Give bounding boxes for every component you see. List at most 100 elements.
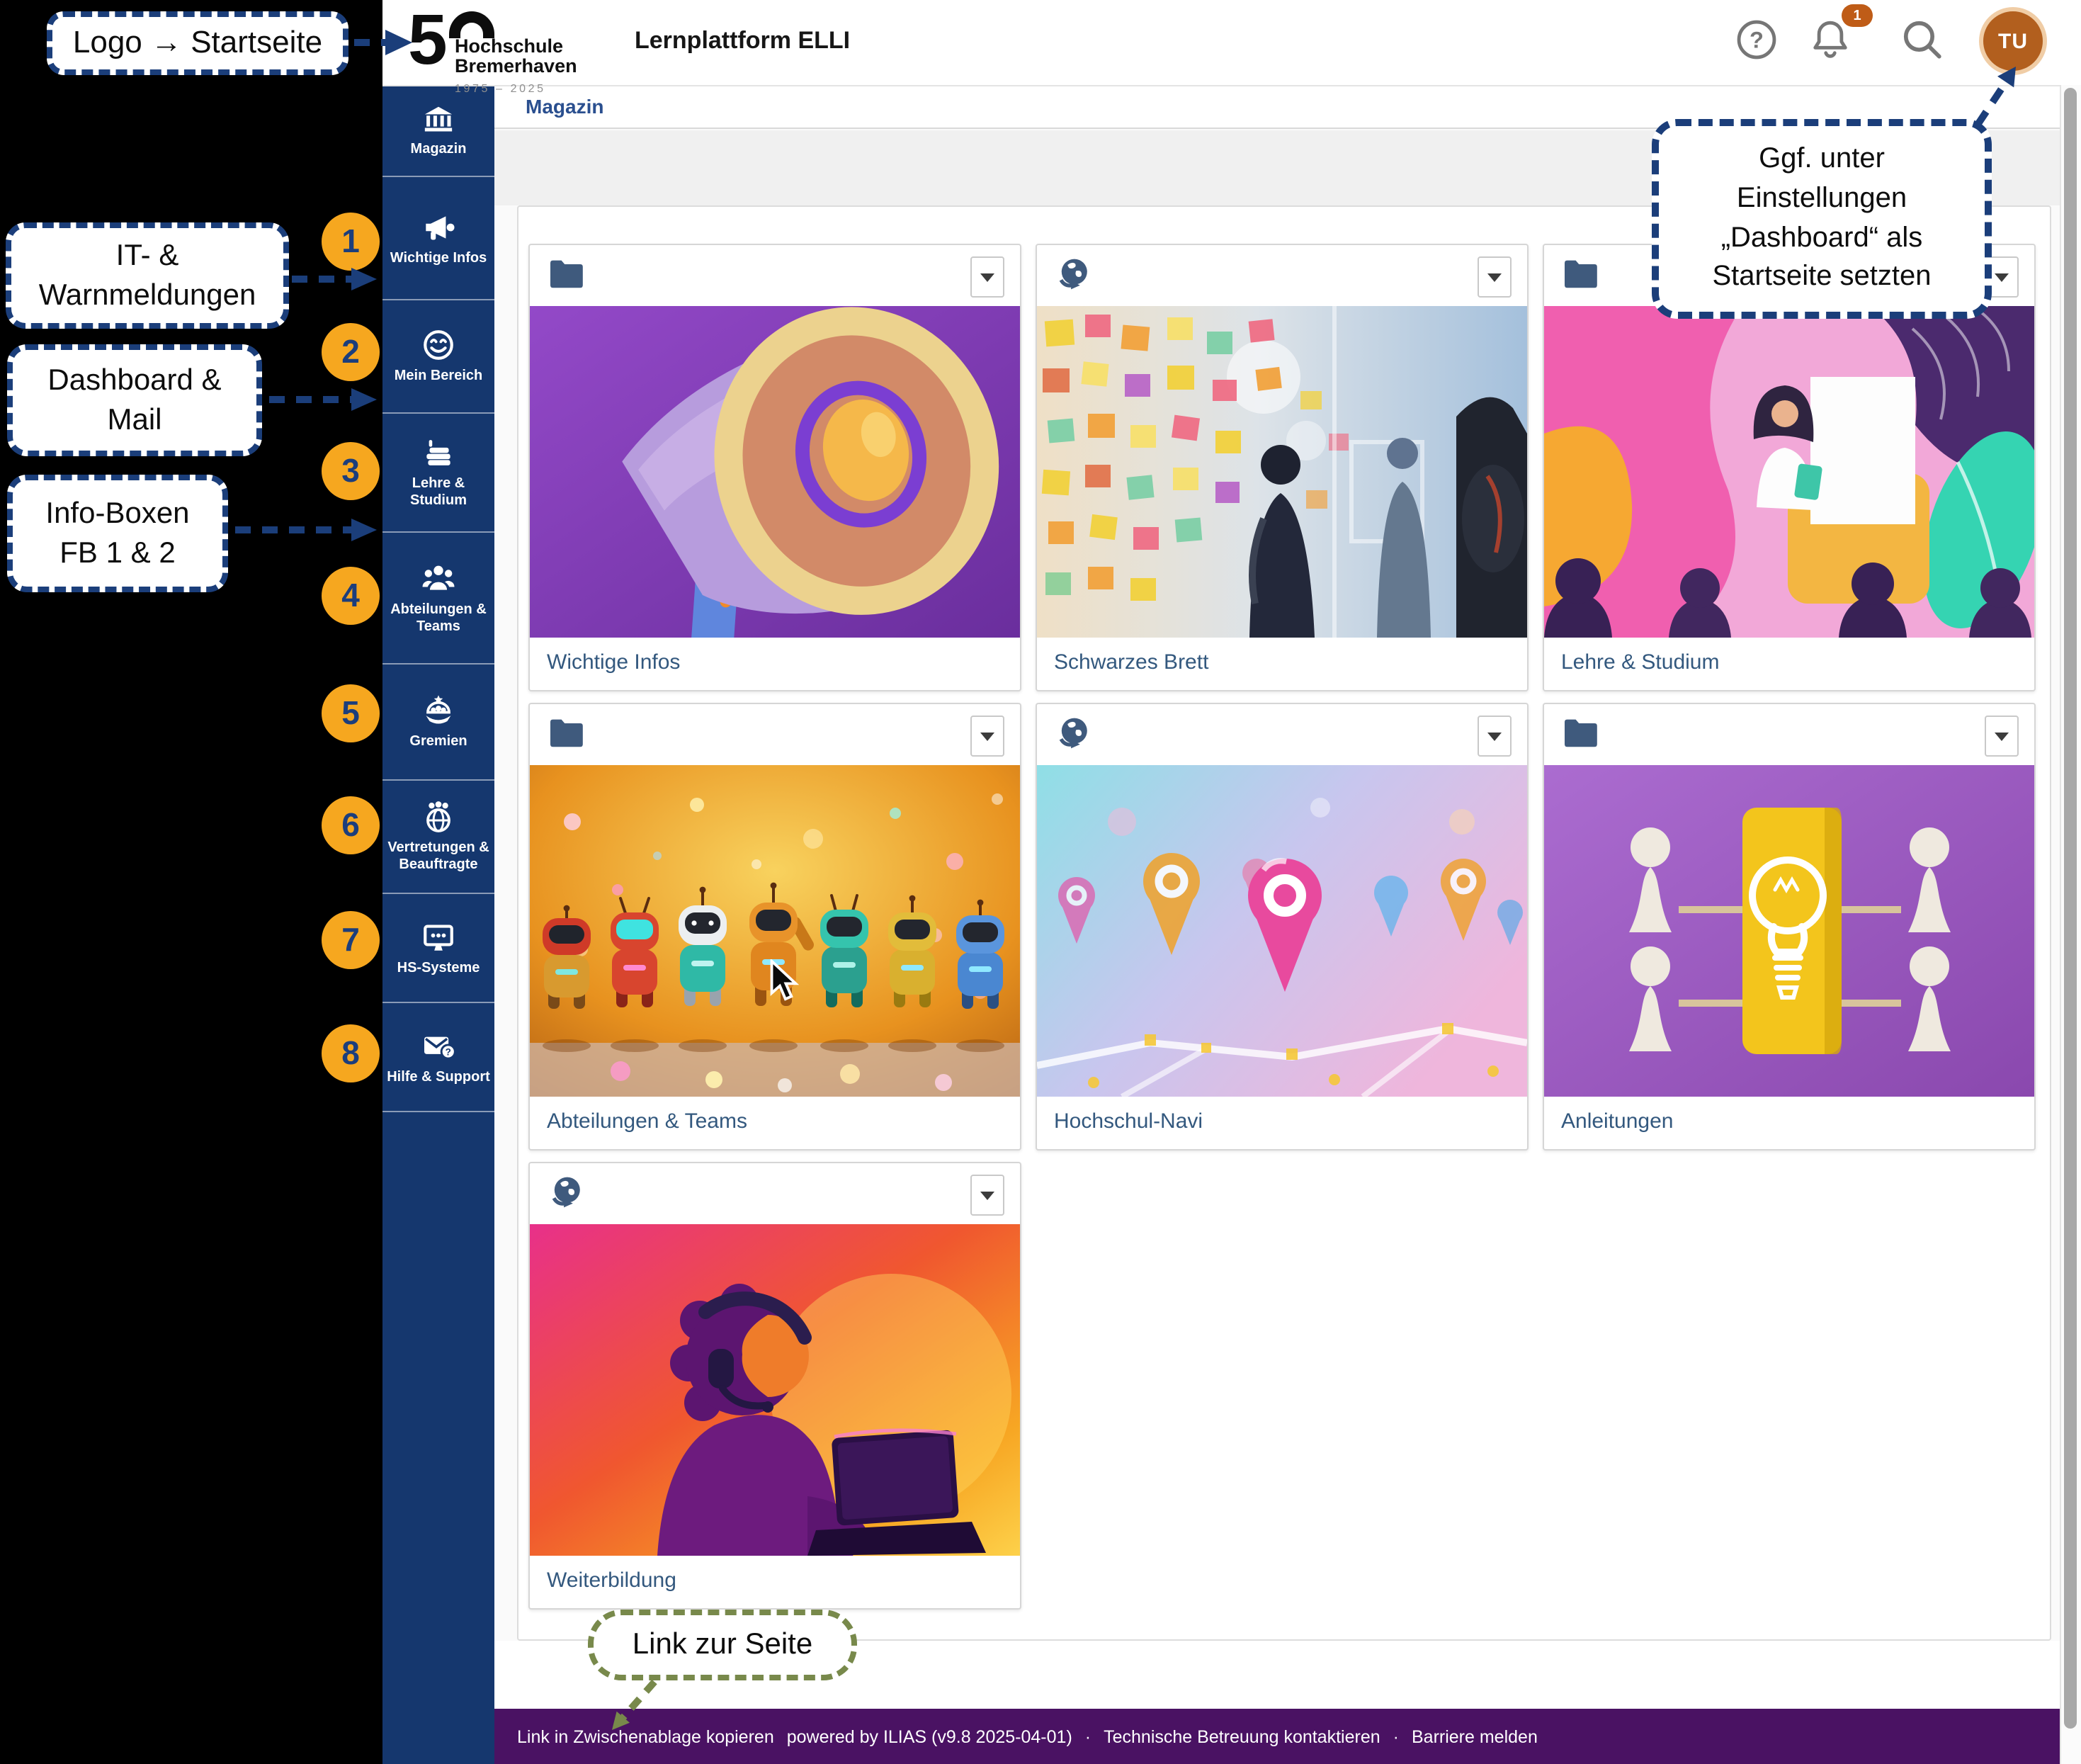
top-bar: 5 Hochschule Bremerhaven 1975 – 2025 Ler… bbox=[382, 0, 2081, 86]
books-icon bbox=[421, 435, 456, 470]
scrollbar-thumb[interactable] bbox=[2064, 88, 2077, 1729]
footer-link-powered-by[interactable]: powered by ILIAS (v9.8 2025-04-01) bbox=[787, 1726, 1072, 1746]
svg-text:?: ? bbox=[1750, 28, 1764, 53]
sidebar-item-gremien[interactable]: Gremien bbox=[382, 665, 494, 781]
logo-arch-icon bbox=[449, 11, 494, 38]
step-marker-4: 4 bbox=[322, 567, 380, 625]
card-image-pinboard[interactable] bbox=[1037, 306, 1527, 638]
sidebar-item-label: Magazin bbox=[383, 141, 494, 158]
card-header bbox=[530, 704, 1020, 765]
sidebar-item-hs-systeme[interactable]: HS-Systeme bbox=[382, 894, 494, 1003]
card-title[interactable]: Lehre & Studium bbox=[1544, 638, 2034, 674]
sidebar-item-wichtige-infos[interactable]: Wichtige Infos bbox=[382, 177, 494, 300]
card-wichtige-infos[interactable]: Wichtige Infos bbox=[528, 244, 1021, 691]
sidebar-item-label: Gremien bbox=[383, 734, 494, 751]
callout-logo-startseite: Logo → Startseite bbox=[47, 11, 348, 75]
globe-people-icon bbox=[421, 799, 456, 835]
avatar[interactable]: TU bbox=[1979, 7, 2047, 75]
sidebar-item-mein-bereich[interactable]: Mein Bereich bbox=[382, 300, 494, 414]
card-actions-dropdown[interactable] bbox=[1478, 256, 1512, 298]
footer-separator: · bbox=[1393, 1726, 1399, 1746]
help-button[interactable]: ? bbox=[1731, 14, 1782, 65]
callout-dashboard-einstellungen: Ggf. unter Einstellungen „Dashboard“ als… bbox=[1652, 119, 1992, 319]
university-logo[interactable]: 5 Hochschule Bremerhaven 1975 – 2025 bbox=[408, 6, 620, 82]
page-title: Lernplattform ELLI bbox=[635, 0, 850, 82]
card-hochschul-navi[interactable]: Hochschul-Navi bbox=[1036, 703, 1529, 1150]
committee-icon bbox=[421, 693, 456, 728]
card-image-robots[interactable] bbox=[530, 765, 1020, 1097]
monitor-icon bbox=[421, 919, 456, 954]
step-marker-7: 7 bbox=[322, 911, 380, 969]
card-abteilungen-teams[interactable]: Abteilungen & Teams bbox=[528, 703, 1021, 1150]
card-actions-dropdown[interactable] bbox=[970, 716, 1004, 757]
footer-link-permalink[interactable]: Link in Zwischenablage kopieren bbox=[517, 1726, 774, 1746]
arrowhead bbox=[351, 388, 377, 411]
sidebar-item-lehre-studium[interactable]: Lehre & Studium bbox=[382, 414, 494, 533]
footer-link-support[interactable]: Technische Betreuung kontaktieren bbox=[1104, 1726, 1380, 1746]
mail-question-icon: ? bbox=[421, 1028, 456, 1063]
logo-line2: Bremerhaven bbox=[455, 57, 577, 77]
weblink-icon bbox=[548, 1175, 585, 1211]
card-image-lightbulb[interactable] bbox=[1544, 765, 2034, 1097]
logo-line1: Hochschule bbox=[455, 37, 577, 57]
step-marker-2: 2 bbox=[322, 323, 380, 381]
card-header bbox=[1544, 704, 2034, 765]
card-image-megaphone[interactable] bbox=[530, 306, 1020, 638]
search-button[interactable] bbox=[1897, 14, 1948, 65]
card-image-presentation[interactable] bbox=[1544, 306, 2034, 638]
card-image-headphones-learner[interactable] bbox=[530, 1224, 1020, 1556]
card-weiterbildung[interactable]: Weiterbildung bbox=[528, 1162, 1021, 1610]
card-header bbox=[1037, 704, 1527, 765]
step-marker-6: 6 bbox=[322, 796, 380, 854]
footer-link-accessibility[interactable]: Barriere melden bbox=[1412, 1726, 1538, 1746]
weblink-icon bbox=[1055, 256, 1092, 293]
card-image-map-pins[interactable] bbox=[1037, 765, 1527, 1097]
sidebar-item-label: Wichtige Infos bbox=[383, 250, 494, 267]
arrowhead bbox=[351, 519, 377, 541]
help-icon: ? bbox=[1733, 16, 1781, 64]
bank-icon bbox=[422, 103, 455, 135]
annotated-screenshot: 5 Hochschule Bremerhaven 1975 – 2025 Ler… bbox=[0, 0, 2081, 1764]
card-actions-dropdown[interactable] bbox=[970, 1175, 1004, 1216]
callout-it-warnmeldungen: IT- & Warnmeldungen bbox=[6, 222, 289, 329]
sidebar-item-hilfe-support[interactable]: ? Hilfe & Support bbox=[382, 1003, 494, 1112]
dropdown-caret-icon bbox=[1487, 273, 1502, 281]
repository-panel: Wichtige Infos bbox=[517, 205, 2051, 1641]
weblink-icon bbox=[1055, 716, 1092, 752]
card-title[interactable]: Weiterbildung bbox=[530, 1556, 1020, 1593]
card-schwarzes-brett[interactable]: Schwarzes Brett bbox=[1036, 244, 1529, 691]
sidebar-item-label: Abteilungen & Teams bbox=[383, 601, 494, 635]
step-marker-5: 5 bbox=[322, 684, 380, 742]
card-anleitungen[interactable]: Anleitungen bbox=[1543, 703, 2036, 1150]
people-icon bbox=[421, 560, 456, 596]
card-title[interactable]: Hochschul-Navi bbox=[1037, 1097, 1527, 1133]
sidebar-item-label: Vertretungen & Beauftragte bbox=[383, 840, 494, 874]
dropdown-caret-icon bbox=[980, 732, 994, 740]
megaphone-icon bbox=[421, 209, 456, 244]
card-grid: Wichtige Infos bbox=[528, 244, 2044, 1610]
dropdown-caret-icon bbox=[1487, 732, 1502, 740]
search-icon bbox=[1898, 16, 1946, 64]
logo-wordmark: Hochschule Bremerhaven 1975 – 2025 bbox=[455, 37, 577, 99]
sidebar-item-label: Mein Bereich bbox=[383, 368, 494, 385]
footer-bar: Link in Zwischenablage kopieren powered … bbox=[494, 1709, 2060, 1764]
scrollbar-track[interactable] bbox=[2060, 85, 2081, 1764]
sidebar-item-label: Hilfe & Support bbox=[383, 1069, 494, 1086]
folder-icon bbox=[1563, 716, 1599, 750]
footer-separator: · bbox=[1085, 1726, 1091, 1746]
sidebar-item-abteilungen-teams[interactable]: Abteilungen & Teams bbox=[382, 533, 494, 665]
main-content: Magazin bbox=[494, 85, 2060, 1764]
callout-dashboard-mail: Dashboard & Mail bbox=[7, 344, 262, 456]
card-actions-dropdown[interactable] bbox=[970, 256, 1004, 298]
sidebar-item-label: Lehre & Studium bbox=[383, 476, 494, 510]
sidebar-item-vertretungen-beauftragte[interactable]: Vertretungen & Beauftragte bbox=[382, 781, 494, 894]
card-header bbox=[530, 245, 1020, 306]
dropdown-caret-icon bbox=[980, 273, 994, 281]
card-title[interactable]: Anleitungen bbox=[1544, 1097, 2034, 1133]
card-title[interactable]: Schwarzes Brett bbox=[1037, 638, 1527, 674]
card-title[interactable]: Abteilungen & Teams bbox=[530, 1097, 1020, 1133]
card-actions-dropdown[interactable] bbox=[1985, 716, 2019, 757]
sidebar-filler bbox=[382, 1112, 494, 1764]
card-actions-dropdown[interactable] bbox=[1478, 716, 1512, 757]
card-title[interactable]: Wichtige Infos bbox=[530, 638, 1020, 674]
